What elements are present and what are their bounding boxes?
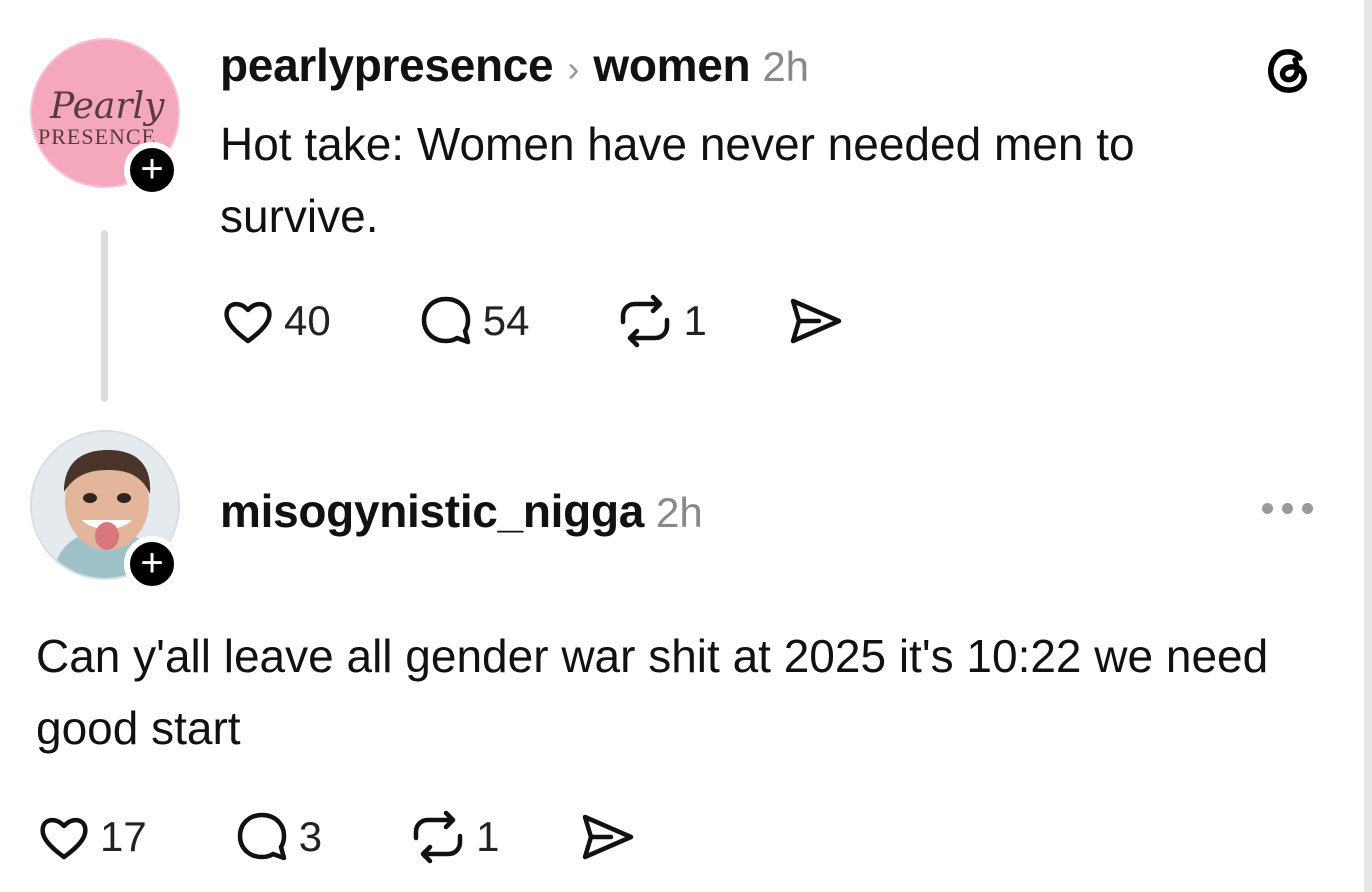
- like-button[interactable]: 40: [220, 293, 331, 349]
- share-button[interactable]: [577, 809, 637, 865]
- reply-button[interactable]: 54: [417, 292, 530, 350]
- like-count: 40: [284, 297, 331, 344]
- reply-time: 2h: [656, 489, 703, 536]
- follow-button[interactable]: +: [124, 536, 180, 592]
- post-actions: 40 54 1: [220, 292, 845, 350]
- plus-icon: +: [140, 147, 164, 191]
- reply-header: misogynistic_nigga 2h: [220, 484, 703, 538]
- like-count: 17: [100, 813, 147, 860]
- reply-actions: 17 3 1: [36, 808, 637, 866]
- send-icon: [583, 814, 634, 860]
- scroll-edge: [1364, 0, 1372, 892]
- comment-icon: [421, 296, 470, 345]
- heart-icon: [40, 817, 88, 860]
- author-name[interactable]: pearlypresence: [220, 38, 554, 92]
- repost-icon: [621, 294, 670, 348]
- more-options-icon[interactable]: [1262, 503, 1313, 514]
- dot: [1302, 503, 1313, 514]
- repost-icon: [413, 810, 463, 864]
- send-icon: [790, 298, 842, 344]
- repost-count: 1: [476, 813, 500, 860]
- repost-button[interactable]: 1: [615, 292, 707, 350]
- follow-button[interactable]: +: [124, 142, 180, 198]
- share-button[interactable]: [785, 293, 845, 349]
- chevron-right-icon: ›: [567, 48, 580, 89]
- post-header: pearlypresence › women 2h: [220, 38, 809, 92]
- dot: [1262, 503, 1273, 514]
- repost-button[interactable]: 1: [408, 808, 499, 866]
- thread-line: [101, 230, 108, 402]
- avatar-pearlypresence[interactable]: Pearly PRESENCE +: [30, 38, 180, 198]
- reply-text: Can y'all leave all gender war shit at 2…: [36, 630, 1269, 754]
- reply-button[interactable]: 3: [233, 808, 322, 866]
- dot: [1282, 503, 1293, 514]
- reply-count: 3: [298, 813, 323, 860]
- author-name[interactable]: misogynistic_nigga: [220, 484, 644, 538]
- repost-count: 1: [683, 297, 707, 344]
- avatar-misogynistic-nigga[interactable]: +: [30, 430, 180, 592]
- post-time: 2h: [762, 43, 810, 90]
- logo-script: Pearly: [49, 86, 165, 127]
- comment-icon: [237, 812, 286, 861]
- like-button[interactable]: 17: [36, 809, 147, 865]
- plus-icon: +: [140, 541, 164, 585]
- post-text: Hot take: Women have never needed men to…: [220, 118, 1135, 242]
- threads-logo-icon[interactable]: [1262, 44, 1314, 96]
- community-name[interactable]: women: [593, 38, 750, 92]
- heart-icon: [224, 301, 272, 344]
- reply-count: 54: [482, 297, 530, 344]
